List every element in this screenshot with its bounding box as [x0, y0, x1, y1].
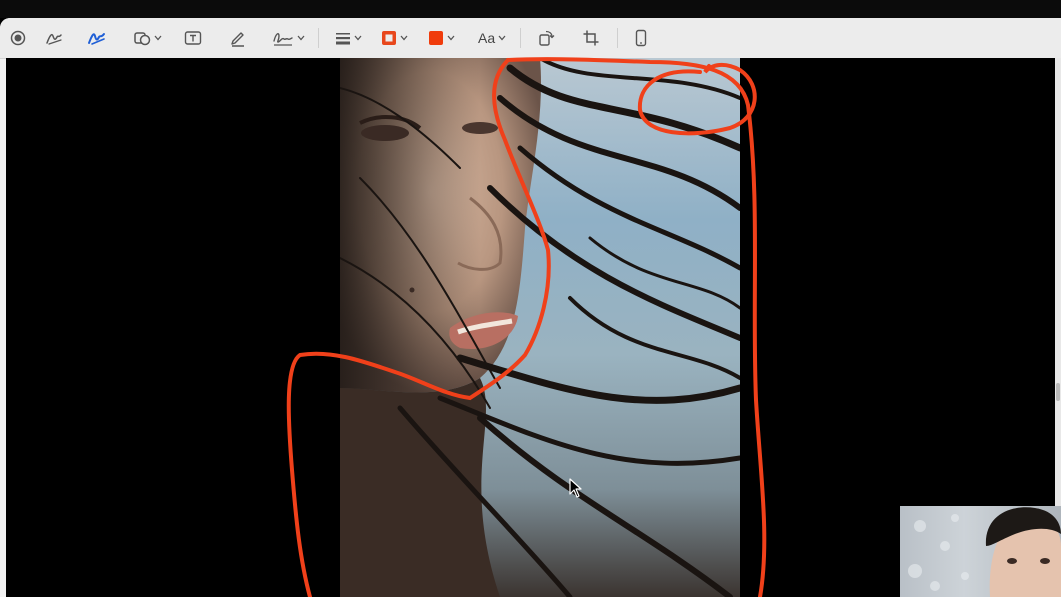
chevron-down-icon — [354, 35, 362, 41]
draw-button[interactable] — [86, 26, 108, 50]
line-style-icon — [336, 33, 350, 45]
line-style-button[interactable] — [335, 26, 362, 50]
rotate-icon — [539, 30, 555, 46]
mouse-cursor-icon — [569, 478, 582, 498]
shapes-button[interactable] — [133, 26, 162, 50]
device-icon — [635, 29, 647, 47]
crop-button[interactable] — [582, 26, 600, 50]
signature-icon — [273, 33, 293, 46]
sketch-button[interactable] — [44, 26, 64, 50]
border-color-icon — [382, 31, 396, 45]
shapes-icon — [134, 32, 151, 46]
webcam-overlay — [900, 506, 1061, 597]
portrait-photo — [340, 58, 740, 597]
text-box-icon — [184, 31, 202, 45]
text-style-button[interactable]: Aa — [478, 26, 506, 50]
crop-icon — [583, 30, 599, 46]
top-strip — [0, 0, 1061, 18]
rotate-button[interactable] — [537, 26, 555, 50]
fill-color-button[interactable] — [428, 26, 455, 50]
webcam-person — [908, 507, 1061, 597]
chevron-down-icon — [498, 35, 506, 41]
toolbar-separator — [318, 28, 319, 48]
toolbar-separator — [617, 28, 618, 48]
chevron-down-icon — [400, 35, 408, 41]
text-style-label: Aa — [478, 30, 496, 46]
fill-color-icon — [429, 31, 443, 45]
highlight-icon — [231, 32, 244, 47]
sketch-icon — [46, 33, 62, 45]
chevron-down-icon — [154, 35, 162, 41]
text-box-button[interactable] — [184, 26, 202, 50]
portrait-illustration — [340, 58, 740, 597]
record-button[interactable] — [10, 26, 26, 50]
document-canvas[interactable] — [6, 58, 1061, 597]
border-color-button[interactable] — [381, 26, 408, 50]
chevron-down-icon — [297, 35, 305, 41]
scrollbar-thumb[interactable] — [1056, 383, 1060, 401]
record-icon — [10, 30, 26, 46]
toolbar-separator — [520, 28, 521, 48]
markup-toolbar: Aa — [0, 18, 1061, 59]
highlight-button[interactable] — [229, 26, 247, 50]
chevron-down-icon — [447, 35, 455, 41]
signature-button[interactable] — [272, 26, 305, 50]
draw-icon — [88, 33, 105, 45]
device-button[interactable] — [634, 26, 648, 50]
